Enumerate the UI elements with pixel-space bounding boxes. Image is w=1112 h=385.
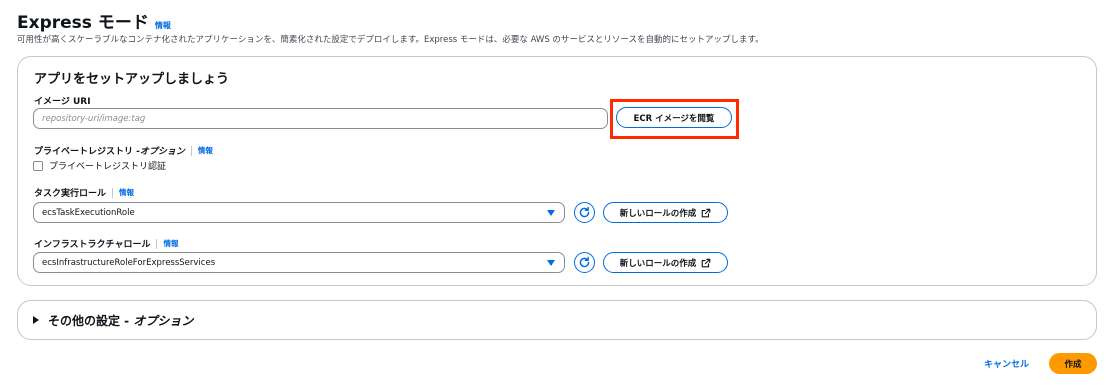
task-execution-role-info-link[interactable]: 情報 (119, 187, 134, 198)
private-registry-auth-row[interactable]: プライベートレジストリ認証 (33, 159, 166, 172)
infrastructure-role-select[interactable]: ecsInfrastructureRoleForExpressServices (33, 252, 565, 273)
image-uri-label-text: イメージ URI (34, 97, 91, 107)
browse-ecr-images-button[interactable]: ECR イメージを閲覧 (616, 107, 732, 128)
info-link[interactable]: 情報 (155, 20, 171, 31)
setup-panel: アプリをセットアップしましょう イメージ URI repository-uri/… (17, 56, 1097, 286)
other-settings-title-text: その他の設定 - (48, 313, 134, 328)
cancel-button[interactable]: キャンセル (984, 357, 1029, 370)
external-link-icon (701, 208, 711, 217)
create-button[interactable]: 作成 (1049, 353, 1097, 374)
page-description: 可用性が高くスケーラブルなコンテナ化されたアプリケーションを、簡素化された設定で… (17, 35, 764, 45)
image-uri-label: イメージ URI (34, 94, 91, 107)
browse-ecr-images-label: ECR イメージを閲覧 (633, 113, 715, 124)
caret-down-icon (547, 210, 555, 216)
image-uri-input[interactable]: repository-uri/image:tag (33, 108, 608, 129)
label-divider (156, 238, 158, 249)
image-uri-placeholder: repository-uri/image:tag (42, 113, 146, 124)
task-execution-role-create-button[interactable]: 新しいロールの作成 (603, 202, 728, 223)
other-settings-title: その他の設定 - オプション (48, 312, 193, 329)
task-execution-role-label-text: タスク実行ロール (34, 189, 107, 199)
external-link-icon (701, 258, 711, 267)
task-execution-role-label: タスク実行ロール 情報 (34, 186, 134, 199)
private-registry-info-link[interactable]: 情報 (198, 145, 213, 156)
caret-right-icon (33, 316, 39, 324)
create-button-label: 作成 (1064, 359, 1082, 370)
other-settings-expander[interactable]: その他の設定 - オプション (17, 300, 1097, 340)
private-registry-auth-checkbox[interactable] (33, 160, 43, 171)
infrastructure-role-value: ecsInfrastructureRoleForExpressServices (42, 257, 216, 268)
private-registry-optional: オプション (139, 147, 185, 157)
infrastructure-role-label-text: インフラストラクチャロール (34, 240, 151, 250)
label-divider (190, 145, 192, 156)
refresh-icon (579, 206, 590, 218)
page-header: Express モード 情報 (17, 8, 171, 33)
private-registry-label-text: プライベートレジストリ - (34, 147, 140, 157)
refresh-icon (579, 256, 590, 268)
page-title: Express モード (17, 13, 149, 33)
infrastructure-role-create-button[interactable]: 新しいロールの作成 (603, 252, 728, 273)
create-role-label: 新しいロールの作成 (619, 258, 697, 269)
private-registry-auth-label: プライベートレジストリ認証 (49, 162, 167, 172)
infrastructure-role-label: インフラストラクチャロール 情報 (34, 237, 178, 250)
caret-down-icon (547, 260, 555, 266)
task-execution-role-value: ecsTaskExecutionRole (42, 207, 135, 218)
task-execution-role-refresh-button[interactable] (574, 202, 595, 223)
label-divider (112, 187, 114, 198)
setup-panel-title: アプリをセットアップしましょう (34, 72, 230, 87)
infrastructure-role-refresh-button[interactable] (574, 252, 595, 273)
other-settings-optional: オプション (133, 313, 194, 328)
express-mode-page: Express モード 情報 可用性が高くスケーラブルなコンテナ化されたアプリケ… (0, 0, 1112, 385)
private-registry-label: プライベートレジストリ - オプション 情報 (34, 144, 213, 157)
title-row: Express モード 情報 (17, 8, 171, 33)
infrastructure-role-info-link[interactable]: 情報 (163, 238, 178, 249)
create-role-label: 新しいロールの作成 (619, 208, 697, 219)
task-execution-role-select[interactable]: ecsTaskExecutionRole (33, 202, 565, 223)
